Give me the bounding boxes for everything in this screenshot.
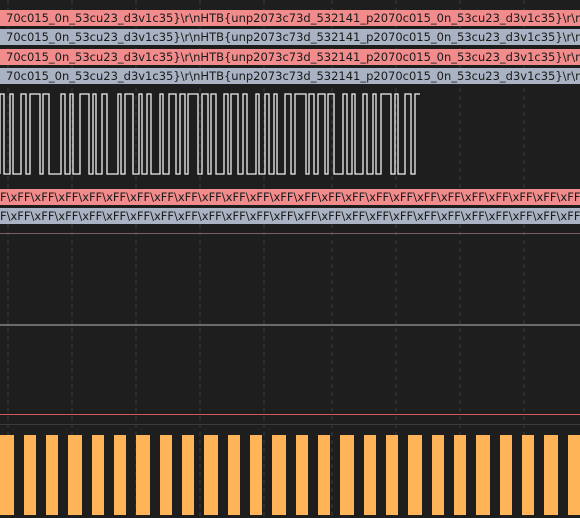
channel-separator	[0, 233, 580, 234]
clock-pulse	[92, 435, 104, 515]
clock-pulse	[544, 435, 558, 515]
clock-pulse	[24, 435, 36, 515]
decode-row-3[interactable]: 70c015_0n_53cu23_d3v1c35}\r\nHTB{unp2073…	[0, 49, 580, 65]
hex-decode-row-2-text: F\xFF\xFF\xFF\xFF\xFF\xFF\xFF\xFF\xFF\xF…	[0, 209, 580, 223]
clock-pulse	[364, 435, 376, 515]
clock-pulse	[68, 435, 82, 515]
clock-pulse	[46, 435, 58, 515]
clock-pulse	[114, 435, 126, 515]
hex-decode-row-1-text: F\xFF\xFF\xFF\xFF\xFF\xFF\xFF\xFF\xFF\xF…	[0, 190, 580, 204]
clock-pulse	[432, 435, 444, 515]
clock-pulse	[0, 435, 14, 515]
clock-pulse	[296, 435, 308, 515]
hex-decode-row-2[interactable]: F\xFF\xFF\xFF\xFF\xFF\xFF\xFF\xFF\xFF\xF…	[0, 208, 580, 224]
decode-row-2[interactable]: 70c015_0n_53cu23_d3v1c35}\r\nHTB{unp2073…	[0, 29, 580, 45]
decode-row-1-text: 70c015_0n_53cu23_d3v1c35}\r\nHTB{unp2073…	[6, 11, 580, 25]
clock-pulse	[318, 435, 330, 515]
clock-pulse	[136, 435, 150, 515]
decode-row-1[interactable]: 70c015_0n_53cu23_d3v1c35}\r\nHTB{unp2073…	[0, 10, 580, 26]
clock-pulse	[182, 435, 194, 515]
idle-channel-line-red[interactable]	[0, 414, 580, 415]
digital-signal-trace[interactable]	[0, 92, 580, 178]
clock-pulse	[204, 435, 218, 515]
idle-channel-line[interactable]	[0, 324, 580, 326]
decode-row-3-text: 70c015_0n_53cu23_d3v1c35}\r\nHTB{unp2073…	[6, 50, 580, 64]
clock-pulse	[522, 435, 534, 515]
clock-signal-trace[interactable]	[0, 433, 580, 518]
idle-channel-line-faint	[0, 424, 580, 425]
digital-waveform	[0, 93, 420, 175]
clock-pulse	[568, 435, 580, 515]
clock-pulse	[250, 435, 262, 515]
decode-row-4[interactable]: 70c015_0n_53cu23_d3v1c35}\r\nHTB{unp2073…	[0, 68, 580, 84]
clock-pulse	[500, 435, 512, 515]
clock-pulse	[160, 435, 172, 515]
clock-pulse	[476, 435, 490, 515]
decode-row-4-text: 70c015_0n_53cu23_d3v1c35}\r\nHTB{unp2073…	[6, 69, 580, 83]
clock-pulse	[228, 435, 240, 515]
decode-row-2-text: 70c015_0n_53cu23_d3v1c35}\r\nHTB{unp2073…	[6, 30, 580, 44]
clock-pulse	[408, 435, 422, 515]
clock-pulse	[386, 435, 398, 515]
clock-pulse	[454, 435, 466, 515]
clock-pulse	[272, 435, 286, 515]
hex-decode-row-1[interactable]: F\xFF\xFF\xFF\xFF\xFF\xFF\xFF\xFF\xFF\xF…	[0, 189, 580, 205]
clock-pulse	[340, 435, 354, 515]
